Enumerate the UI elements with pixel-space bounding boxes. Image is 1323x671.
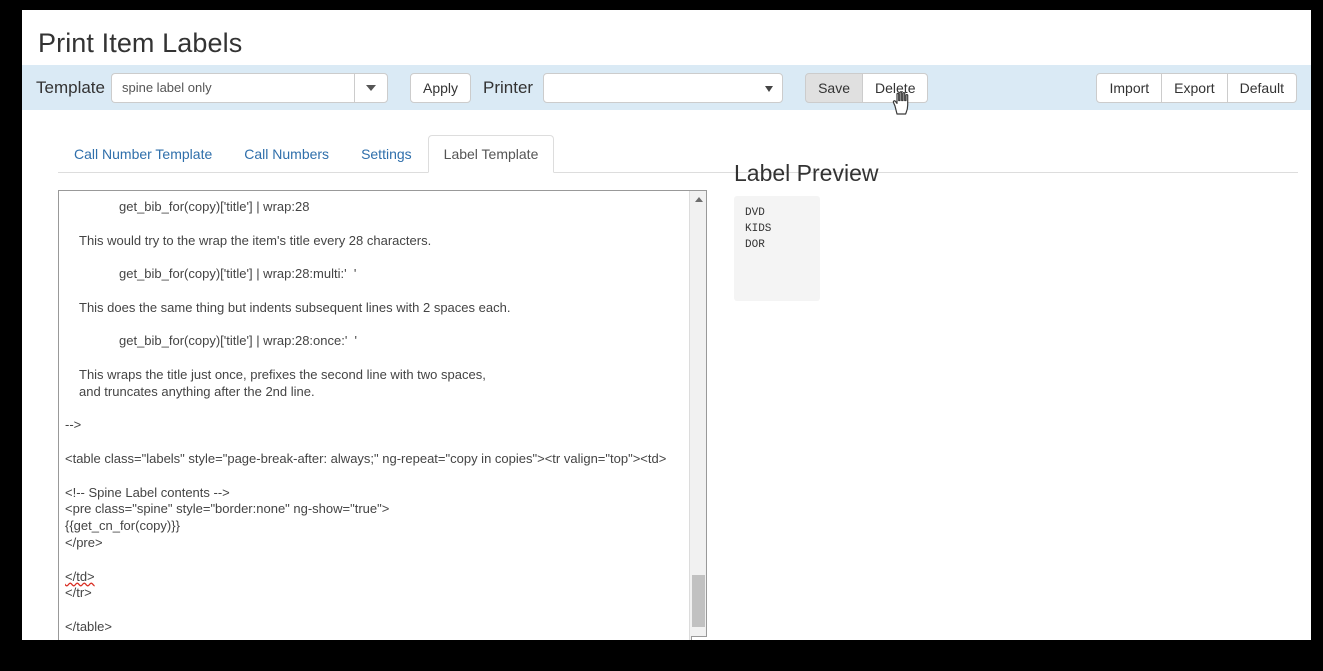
label-preview-content: DVD KIDS DOR — [734, 196, 820, 253]
import-button[interactable]: Import — [1096, 73, 1162, 103]
editor-line: and truncates anything after the 2nd lin… — [65, 384, 667, 401]
editor-line: get_bib_for(copy)['title'] | wrap:28 — [65, 199, 667, 216]
editor-line: get_bib_for(copy)['title'] | wrap:28:mul… — [65, 266, 667, 283]
save-button[interactable]: Save — [805, 73, 863, 103]
editor-line: This would try to the wrap the item's ti… — [65, 233, 667, 250]
printer-label: Printer — [471, 78, 543, 98]
tab-bar: Call Number Template Call Numbers Settin… — [58, 135, 1298, 173]
editor-line: {{get_cn_for(copy)}} — [65, 518, 667, 535]
chevron-down-icon — [765, 86, 773, 92]
page-title: Print Item Labels — [22, 10, 1311, 60]
label-preview-title: Label Preview — [734, 160, 878, 187]
editor-line — [65, 249, 667, 266]
template-input[interactable] — [111, 73, 354, 103]
tab-label-template[interactable]: Label Template — [428, 135, 555, 173]
editor-line: <table class="labels" style="page-break-… — [65, 451, 667, 468]
editor-line — [65, 216, 667, 233]
delete-button[interactable]: Delete — [863, 73, 928, 103]
editor-line — [65, 350, 667, 367]
save-delete-group: Save Delete — [805, 73, 928, 103]
tab-call-number-template[interactable]: Call Number Template — [58, 135, 228, 173]
import-export-group: Import Export Default — [1096, 73, 1297, 103]
chevron-down-icon — [366, 85, 376, 91]
editor-line — [65, 317, 667, 334]
editor-line: <pre class="spine" style="border:none" n… — [65, 501, 667, 518]
editor-line — [65, 283, 667, 300]
editor-line: --> — [65, 417, 667, 434]
triangle-up-icon — [695, 197, 703, 202]
apply-button[interactable]: Apply — [410, 73, 471, 103]
editor-line: This does the same thing but indents sub… — [65, 300, 667, 317]
editor-line — [65, 552, 667, 569]
editor-line: get_bib_for(copy)['title'] | wrap:28:onc… — [65, 333, 667, 350]
editor-line — [65, 434, 667, 451]
template-label: Template — [22, 78, 111, 98]
template-combo[interactable] — [111, 73, 388, 103]
label-template-textarea[interactable]: get_bib_for(copy)['title'] | wrap:28 Thi… — [58, 190, 707, 640]
scroll-up-button[interactable] — [690, 191, 707, 208]
printer-select[interactable] — [543, 73, 783, 103]
editor-line: <!-- Spine Label contents --> — [65, 485, 667, 502]
editor-line: This wraps the title just once, prefixes… — [65, 367, 667, 384]
template-toolbar: Template Apply Printer Save Delete Impor… — [22, 65, 1311, 110]
editor-line — [65, 602, 667, 619]
editor-line: </tr> — [65, 585, 667, 602]
default-button[interactable]: Default — [1228, 73, 1297, 103]
editor-line — [65, 468, 667, 485]
template-dropdown-button[interactable] — [354, 73, 388, 103]
label-preview-card: DVD KIDS DOR — [734, 196, 820, 301]
label-template-content[interactable]: get_bib_for(copy)['title'] | wrap:28 Thi… — [59, 191, 673, 640]
editor-line: </pre> — [65, 535, 667, 552]
app-page: Print Item Labels Template Apply Printer… — [22, 10, 1311, 640]
tab-call-numbers[interactable]: Call Numbers — [228, 135, 345, 173]
scrollbar-thumb[interactable] — [692, 575, 705, 627]
tab-settings[interactable]: Settings — [345, 135, 428, 173]
editor-line: </td> — [65, 569, 667, 586]
editor-line — [65, 401, 667, 418]
resize-grip-icon[interactable] — [691, 636, 707, 640]
editor-line: </table> — [65, 619, 667, 636]
editor-scrollbar[interactable] — [689, 191, 706, 640]
export-button[interactable]: Export — [1162, 73, 1227, 103]
spellcheck-underline: </td> — [65, 569, 95, 584]
